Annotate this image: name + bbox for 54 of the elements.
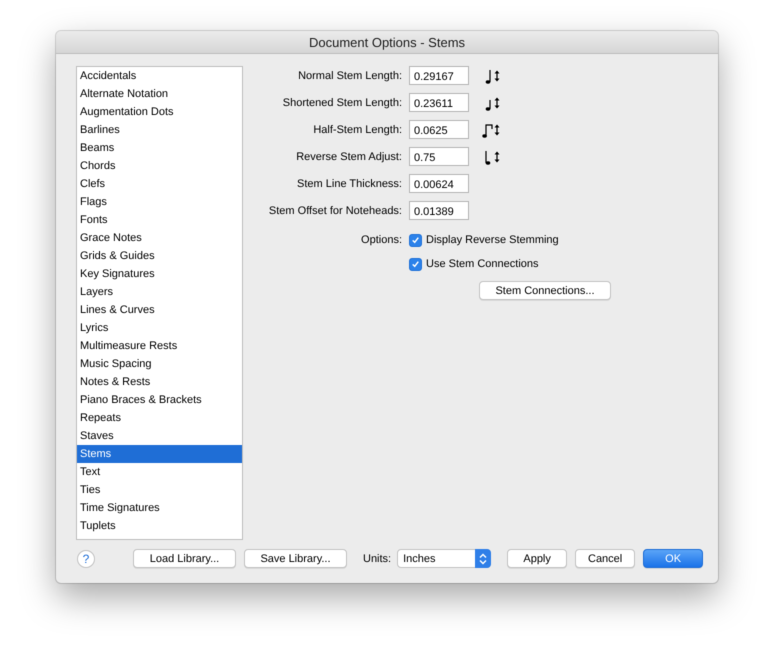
sidebar-item[interactable]: Repeats bbox=[77, 409, 242, 428]
number-field[interactable]: 0.29167 bbox=[409, 66, 469, 86]
sidebar-item[interactable]: Alternate Notation bbox=[77, 85, 242, 104]
sidebar-item[interactable]: Fonts bbox=[77, 211, 242, 230]
field-label: Half-Stem Length: bbox=[312, 124, 402, 136]
sidebar-item[interactable]: Multimeasure Rests bbox=[77, 337, 242, 356]
sidebar-item[interactable]: Beams bbox=[77, 139, 242, 158]
options-label: Options: bbox=[360, 233, 402, 248]
sidebar-item[interactable]: Lyrics bbox=[77, 319, 242, 338]
help-button[interactable]: ? bbox=[77, 550, 95, 568]
library-button[interactable]: Load Library... bbox=[133, 549, 236, 568]
sidebar-item[interactable]: Clefs bbox=[77, 175, 242, 194]
library-button[interactable]: Save Library... bbox=[244, 549, 347, 568]
number-field[interactable]: 0.0625 bbox=[409, 120, 469, 140]
sidebar-item[interactable]: Music Spacing bbox=[77, 355, 242, 374]
checkbox-label: Use Stem Connections bbox=[426, 258, 538, 270]
note-stem-icon bbox=[482, 122, 500, 138]
stem-connections-button[interactable]: Stem Connections... bbox=[479, 281, 611, 300]
units-label: Units: bbox=[363, 552, 392, 565]
sidebar-item[interactable]: Accidentals bbox=[77, 67, 242, 86]
sidebar-item[interactable]: Piano Braces & Brackets bbox=[77, 391, 242, 410]
sidebar-item[interactable]: Key Signatures bbox=[77, 265, 242, 284]
dialog-button[interactable]: Cancel bbox=[575, 549, 636, 568]
units-dropdown[interactable]: Inches bbox=[397, 549, 492, 568]
sidebar-item[interactable]: Tuplets bbox=[77, 517, 242, 536]
checkbox-label: Display Reverse Stemming bbox=[426, 234, 559, 246]
number-field[interactable]: 0.23611 bbox=[409, 93, 469, 112]
sidebar-item[interactable]: Lines & Curves bbox=[77, 301, 242, 320]
number-field[interactable]: 0.01389 bbox=[409, 201, 469, 220]
sidebar-item[interactable]: Staves bbox=[77, 427, 242, 446]
sidebar-item[interactable]: Barlines bbox=[77, 121, 242, 140]
field-label: Reverse Stem Adjust: bbox=[295, 150, 402, 163]
updown-arrows-icon[interactable] bbox=[475, 549, 492, 568]
sidebar-item[interactable]: Grids & Guides bbox=[77, 247, 242, 266]
sidebar-item[interactable]: Flags bbox=[77, 193, 242, 212]
field-label: Stem Offset for Noteheads: bbox=[268, 204, 402, 217]
sidebar-item[interactable]: Grace Notes bbox=[77, 229, 242, 248]
field-label: Stem Line Thickness: bbox=[296, 178, 402, 190]
sidebar-item[interactable]: Time Signatures bbox=[77, 499, 242, 518]
sidebar-item[interactable]: Text bbox=[77, 463, 242, 482]
number-field[interactable]: 0.75 bbox=[409, 147, 469, 166]
sidebar-item[interactable]: Ties bbox=[77, 481, 242, 500]
window-title: Document Options - Stems bbox=[308, 34, 466, 50]
sidebar-item[interactable]: Augmentation Dots bbox=[77, 103, 242, 122]
field-label: Normal Stem Length: bbox=[297, 70, 402, 82]
checkbox[interactable] bbox=[409, 258, 422, 271]
sidebar-item[interactable]: Stems bbox=[77, 445, 242, 464]
field-label: Shortened Stem Length: bbox=[282, 96, 402, 109]
number-field[interactable]: 0.00624 bbox=[409, 174, 469, 194]
sidebar-item[interactable]: Layers bbox=[77, 283, 242, 302]
dialog-button[interactable]: Apply bbox=[507, 549, 568, 568]
sidebar-item[interactable]: Chords bbox=[77, 157, 242, 176]
checkbox[interactable] bbox=[409, 234, 422, 247]
sidebar-item[interactable]: Notes & Rests bbox=[77, 373, 242, 392]
